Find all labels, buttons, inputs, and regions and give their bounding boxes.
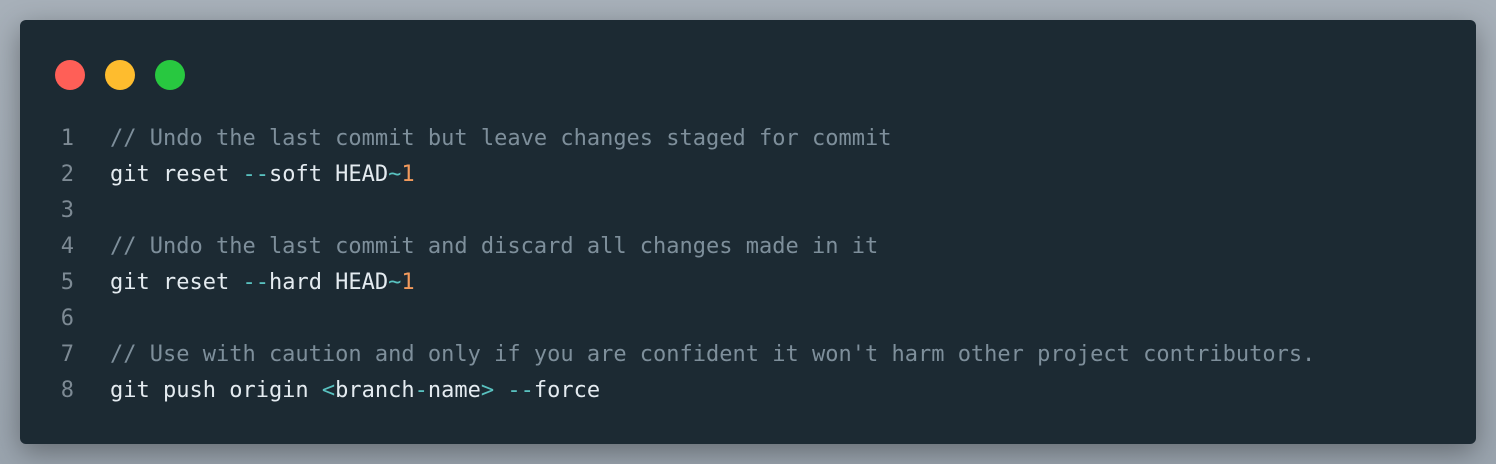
- code-line: 6: [20, 300, 1476, 336]
- close-button[interactable]: [55, 60, 85, 90]
- code-token-comment: // Undo the last commit but leave change…: [110, 125, 892, 151]
- code-line: 2 git reset --soft HEAD~1: [20, 156, 1476, 192]
- code-content: // Undo the last commit but leave change…: [110, 126, 891, 151]
- code-content: // Use with caution and only if you are …: [110, 342, 1315, 367]
- code-token-number: 1: [401, 269, 415, 295]
- code-token-angle: <: [321, 377, 336, 403]
- code-token-plain: soft HEAD: [268, 161, 389, 187]
- line-number: 6: [60, 305, 74, 331]
- line-number: 4: [60, 233, 74, 259]
- line-number: 3: [60, 197, 74, 223]
- code-token-plain: name: [427, 377, 481, 403]
- code-token-angle: >: [480, 377, 495, 403]
- window-controls: [55, 60, 185, 90]
- code-token-operator: --: [507, 377, 534, 403]
- line-number: 5: [60, 269, 74, 295]
- code-token-plain: force: [533, 377, 601, 403]
- code-line: 7 // Use with caution and only if you ar…: [20, 336, 1476, 372]
- code-token-comment: // Use with caution and only if you are …: [110, 341, 1316, 367]
- code-line: 8 git push origin <branch-name> --force: [20, 372, 1476, 408]
- code-line: 3: [20, 192, 1476, 228]
- line-number: 7: [60, 341, 74, 367]
- code-token-plain: branch: [335, 377, 415, 403]
- code-token-operator: ~: [388, 269, 402, 295]
- code-content: // Undo the last commit and discard all …: [110, 234, 878, 259]
- code-token-plain: git push origin: [110, 377, 322, 403]
- minimize-button[interactable]: [105, 60, 135, 90]
- line-number: 1: [60, 125, 74, 151]
- code-token-operator: ~: [388, 161, 402, 187]
- line-number: 2: [60, 161, 74, 187]
- code-token-number: 1: [401, 161, 415, 187]
- zoom-button[interactable]: [155, 60, 185, 90]
- line-number: 8: [60, 377, 74, 403]
- code-token-comment: // Undo the last commit and discard all …: [110, 233, 879, 259]
- code-content: git reset --hard HEAD~1: [110, 270, 415, 295]
- code-line: 5 git reset --hard HEAD~1: [20, 264, 1476, 300]
- code-line: 1 // Undo the last commit but leave chan…: [20, 120, 1476, 156]
- code-token-operator: -: [414, 377, 428, 403]
- code-block: 1 // Undo the last commit but leave chan…: [20, 120, 1476, 408]
- code-line: 4 // Undo the last commit and discard al…: [20, 228, 1476, 264]
- code-content: git reset --soft HEAD~1: [110, 162, 415, 187]
- code-content: git push origin <branch-name> --force: [110, 378, 600, 403]
- code-token-plain: git reset: [110, 161, 243, 187]
- code-window: 1 // Undo the last commit but leave chan…: [20, 20, 1476, 444]
- code-token-operator: --: [242, 161, 269, 187]
- code-token-plain: git reset: [110, 269, 243, 295]
- code-token-plain: hard HEAD: [268, 269, 389, 295]
- code-token-operator: --: [242, 269, 269, 295]
